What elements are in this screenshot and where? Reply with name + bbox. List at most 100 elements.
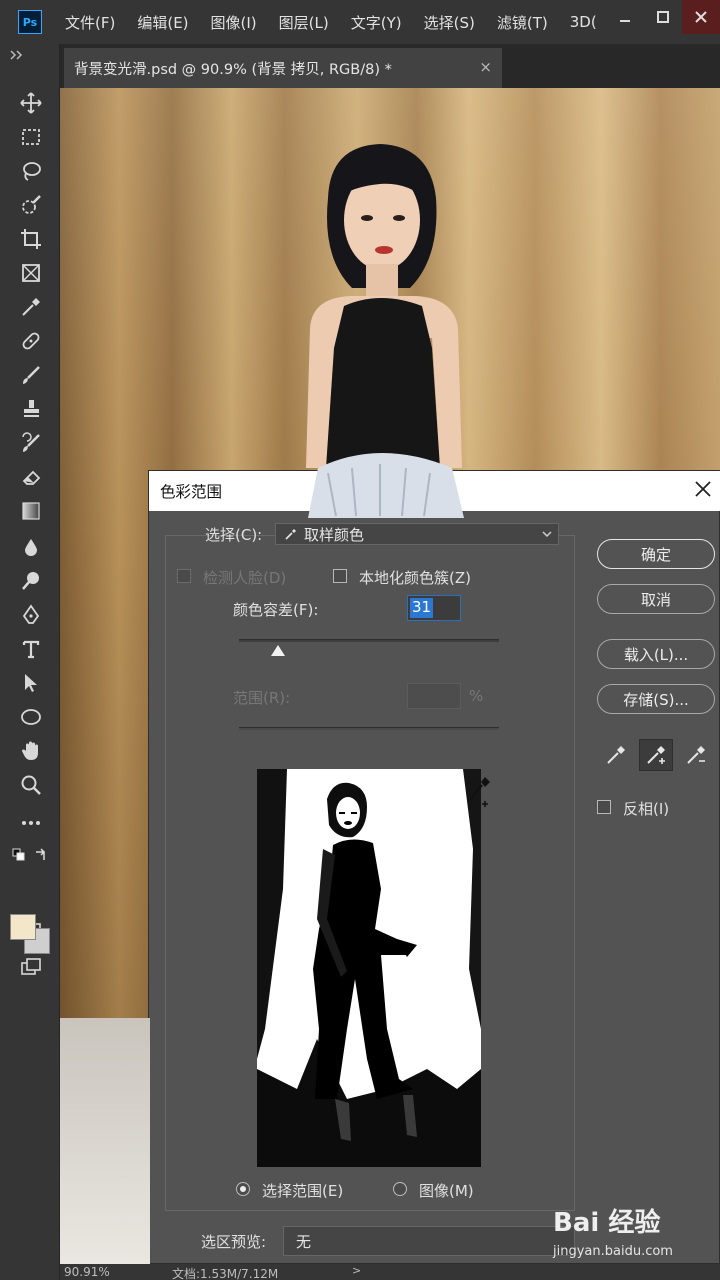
hand-icon	[22, 741, 38, 760]
fuzziness-input[interactable]: 31	[407, 595, 461, 621]
magnifier-icon	[21, 775, 41, 795]
menu-edit[interactable]: 编辑(E)	[137, 12, 188, 33]
view-image-label: 图像(M)	[419, 1182, 474, 1200]
minimize-icon	[620, 20, 630, 22]
arrow-pointer-icon	[25, 674, 37, 692]
frame-tool[interactable]	[14, 258, 48, 288]
detect-faces-checkbox[interactable]	[177, 569, 191, 583]
eyedropper-plus-icon	[647, 746, 665, 764]
bandage-icon	[22, 332, 40, 350]
blur-tool[interactable]	[14, 532, 48, 562]
lasso-tool[interactable]	[14, 156, 48, 186]
screen-mode-button[interactable]	[14, 952, 48, 982]
healing-brush-tool[interactable]	[14, 326, 48, 356]
document-tab-bar: 背景变光滑.psd @ 90.9% (背景 拷贝, RGB/8) * ×	[60, 44, 720, 88]
ellipse-tool[interactable]	[14, 702, 48, 732]
photoshop-logo-icon[interactable]: Ps	[18, 10, 42, 34]
menu-image[interactable]: 图像(I)	[211, 12, 257, 33]
range-label: 范围(R):	[233, 689, 291, 707]
foreground-color-swatch[interactable]	[10, 914, 36, 940]
gradient-icon	[22, 502, 40, 520]
brush-tool[interactable]	[14, 360, 48, 390]
dodge-icon	[22, 572, 39, 590]
status-bar: 90.91% 文档:1.53M/7.12M >	[60, 1264, 720, 1280]
path-selection-tool[interactable]	[14, 668, 48, 698]
eyedropper-icon	[22, 298, 40, 316]
baidu-logo: Bai 经验	[553, 1208, 661, 1238]
view-selection-label: 选择范围(E)	[262, 1182, 344, 1200]
more-tools-button[interactable]	[14, 808, 48, 838]
dialog-title: 色彩范围	[160, 483, 223, 501]
pen-icon	[22, 604, 40, 624]
status-menu-arrow[interactable]: >	[352, 1264, 361, 1277]
menu-3d[interactable]: 3D(	[570, 13, 597, 31]
close-tab-icon[interactable]: ×	[479, 58, 492, 76]
save-button[interactable]: 存储(S)...	[597, 684, 715, 714]
hand-tool[interactable]	[14, 736, 48, 766]
panel-collapse-icon[interactable]	[10, 50, 24, 60]
crop-icon	[21, 229, 41, 249]
selection-preview-dropdown[interactable]: 无	[283, 1226, 575, 1256]
history-brush-tool[interactable]	[14, 428, 48, 458]
zoom-tool[interactable]	[14, 770, 48, 800]
view-image-radio[interactable]	[393, 1182, 407, 1196]
view-selection-radio[interactable]	[236, 1182, 250, 1196]
range-slider-track[interactable]	[239, 727, 499, 730]
fuzziness-slider-thumb[interactable]	[271, 645, 285, 656]
minimize-button[interactable]	[606, 0, 644, 34]
sample-eyedropper-cursor-icon	[470, 777, 490, 807]
localized-clusters-checkbox[interactable]	[333, 569, 347, 583]
menu-list: 文件(F) 编辑(E) 图像(I) 图层(L) 文字(Y) 选择(S) 滤镜(T…	[54, 0, 608, 44]
menu-select[interactable]: 选择(S)	[424, 12, 475, 33]
eraser-icon	[22, 470, 41, 485]
eyedropper-sample-button[interactable]	[599, 739, 633, 771]
gradient-tool[interactable]	[14, 496, 48, 526]
rectangle-marquee-icon	[22, 129, 40, 145]
lasso-icon	[23, 162, 41, 181]
marquee-tool[interactable]	[14, 122, 48, 152]
fuzziness-slider-track[interactable]	[239, 639, 499, 642]
document-tab[interactable]: 背景变光滑.psd @ 90.9% (背景 拷贝, RGB/8) * ×	[64, 48, 502, 88]
tools-panel	[0, 44, 60, 1280]
invert-checkbox[interactable]	[597, 800, 611, 814]
fuzziness-value: 31	[410, 598, 434, 618]
dialog-close-button[interactable]	[690, 474, 716, 504]
quick-selection-tool[interactable]	[14, 190, 48, 220]
default-colors-icon[interactable]	[12, 848, 26, 862]
invert-label: 反相(I)	[623, 800, 670, 818]
move-tool[interactable]	[14, 88, 48, 118]
chevron-down-icon	[542, 531, 552, 538]
selection-preview-label: 选区预览:	[201, 1233, 267, 1251]
maximize-icon	[657, 11, 669, 23]
cancel-button[interactable]: 取消	[597, 584, 715, 614]
close-icon	[695, 11, 707, 23]
selection-preview[interactable]	[257, 769, 481, 1167]
menu-bar: Ps 文件(F) 编辑(E) 图像(I) 图层(L) 文字(Y) 选择(S) 滤…	[0, 0, 720, 44]
maximize-button[interactable]	[644, 0, 682, 34]
menu-layer[interactable]: 图层(L)	[279, 12, 329, 33]
eyedropper-add-button[interactable]	[639, 739, 673, 771]
menu-file[interactable]: 文件(F)	[65, 12, 115, 33]
quick-selection-icon	[22, 195, 41, 214]
crop-tool[interactable]	[14, 224, 48, 254]
document-tab-title: 背景变光滑.psd @ 90.9% (背景 拷贝, RGB/8) *	[74, 61, 392, 78]
pen-tool[interactable]	[14, 600, 48, 630]
close-window-button[interactable]	[682, 0, 720, 34]
dodge-tool[interactable]	[14, 566, 48, 596]
ok-button[interactable]: 确定	[597, 539, 715, 569]
menu-type[interactable]: 文字(Y)	[351, 12, 402, 33]
eraser-tool[interactable]	[14, 462, 48, 492]
range-input[interactable]	[407, 683, 461, 709]
frame-icon	[22, 264, 40, 282]
close-icon	[695, 481, 711, 497]
type-tool[interactable]	[14, 634, 48, 664]
clone-stamp-tool[interactable]	[14, 394, 48, 424]
swap-colors-icon[interactable]	[34, 848, 48, 862]
zoom-level[interactable]: 90.91%	[64, 1265, 110, 1279]
menu-filter[interactable]: 滤镜(T)	[497, 12, 548, 33]
eyedropper-tool[interactable]	[14, 292, 48, 322]
load-button[interactable]: 载入(L)...	[597, 639, 715, 669]
localized-clusters-label: 本地化颜色簇(Z)	[359, 569, 471, 587]
eyedropper-subtract-button[interactable]	[679, 739, 713, 771]
selection-preview-value: 无	[296, 1232, 312, 1251]
